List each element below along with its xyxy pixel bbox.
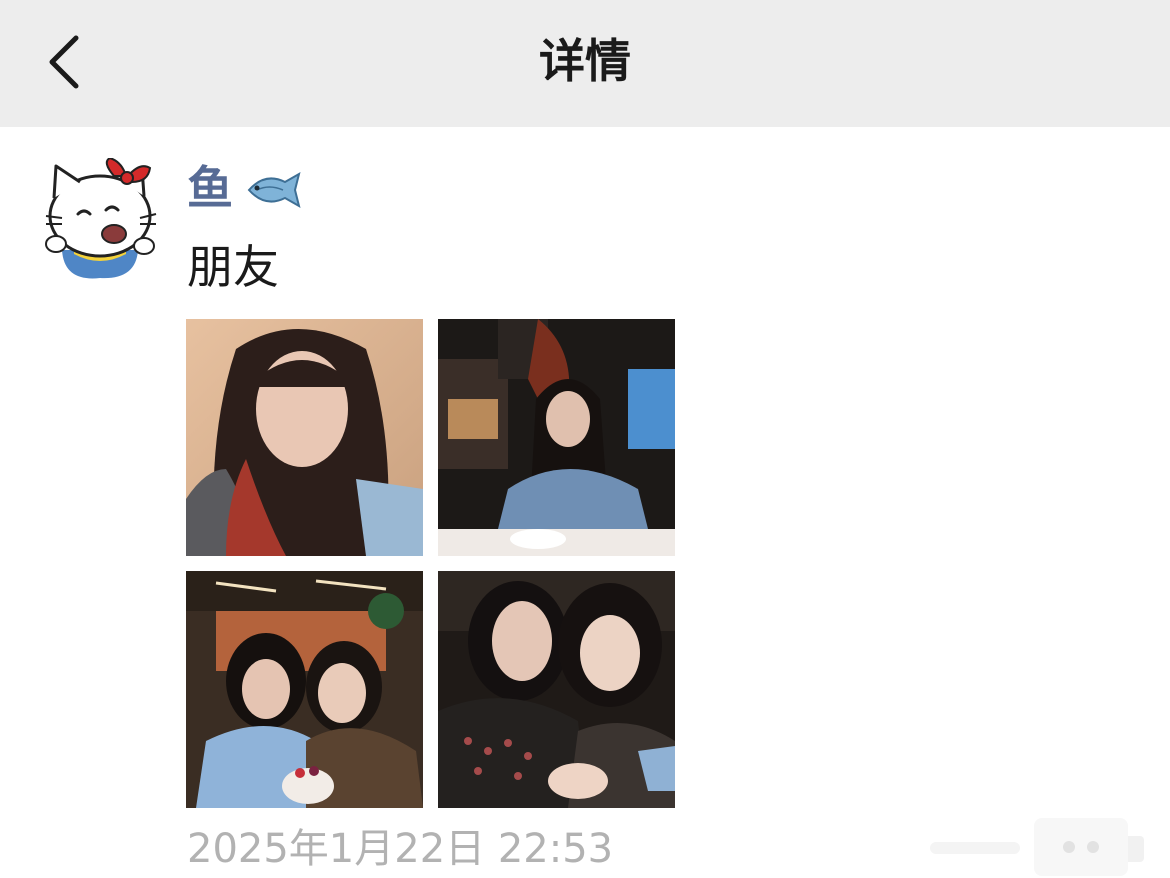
more-dots-icon xyxy=(1034,818,1128,876)
post-timestamp: 2025年1月22日 22:53 xyxy=(187,826,614,872)
author-row: 鱼 xyxy=(187,158,301,218)
page-title: 详情 xyxy=(539,34,631,88)
photo-2[interactable] xyxy=(438,319,675,556)
photo-3[interactable] xyxy=(186,571,423,808)
avatar[interactable] xyxy=(40,158,160,280)
photo-1[interactable] xyxy=(186,319,423,556)
author-name[interactable]: 鱼 xyxy=(187,158,233,218)
post-caption: 朋友 xyxy=(187,240,279,294)
fish-icon xyxy=(247,171,301,209)
nav-bar: 详情 xyxy=(0,0,1170,127)
photo-4[interactable] xyxy=(438,571,675,808)
